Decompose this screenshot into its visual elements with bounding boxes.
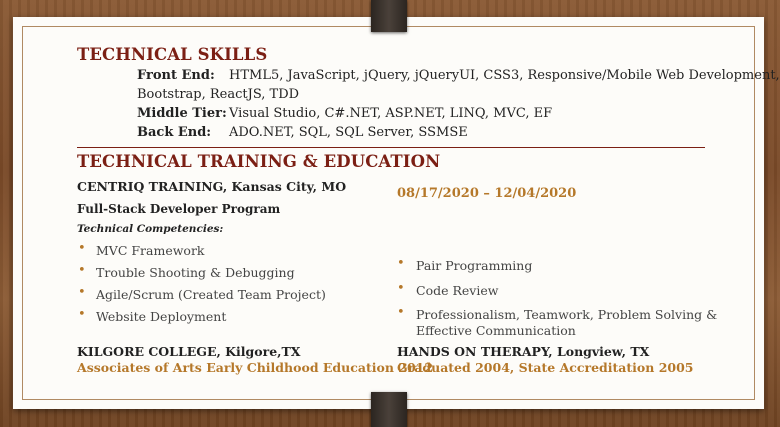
bullet-dot: •	[78, 241, 86, 256]
kilgore-degree: Associates of Arts Early Childhood Educa…	[77, 360, 434, 375]
list-item: Code Review	[416, 283, 499, 298]
front-end-label: Front End:	[137, 68, 215, 83]
hands-on-therapy-detail: Graduated 2004, State Accreditation 2005	[397, 360, 694, 375]
back-end-value: ADO.NET, SQL, SQL Server, SSMSE	[229, 125, 468, 140]
bullet-dot: •	[78, 263, 86, 278]
binder-clip-top	[371, 0, 407, 32]
training-dates: 08/17/2020 – 12/04/2020	[397, 186, 577, 201]
training-education-heading: TECHNICAL TRAINING & EDUCATION	[77, 152, 441, 171]
front-end-value: HTML5, JavaScript, jQuery, jQueryUI, CSS…	[229, 68, 780, 83]
technical-skills-heading: TECHNICAL SKILLS	[77, 45, 268, 64]
bullet-dot: •	[78, 307, 86, 322]
list-item: Website Deployment	[96, 309, 227, 324]
bullet-dot: •	[397, 305, 405, 320]
bullet-dot: •	[397, 281, 405, 296]
section-divider	[77, 147, 705, 148]
centriq-training-org: CENTRIQ TRAINING, Kansas City, MO	[77, 179, 347, 194]
list-item: Trouble Shooting & Debugging	[96, 265, 295, 280]
middle-tier-value: Visual Studio, C#.NET, ASP.NET, LINQ, MV…	[229, 106, 553, 121]
kilgore-college: KILGORE COLLEGE, Kilgore,TX	[77, 344, 301, 359]
competencies-label: Technical Competencies:	[77, 223, 224, 235]
middle-tier-label: Middle Tier:	[137, 106, 227, 121]
front-end-value-cont: Bootstrap, ReactJS, TDD	[137, 87, 300, 102]
program-name: Full-Stack Developer Program	[77, 202, 281, 216]
bullet-dot: •	[78, 285, 86, 300]
list-item: Pair Programming	[416, 258, 533, 273]
list-item: MVC Framework	[96, 243, 205, 258]
list-item: Professionalism, Teamwork, Problem Solvi…	[416, 307, 718, 322]
binder-clip-bottom	[371, 392, 407, 427]
back-end-label: Back End:	[137, 125, 212, 140]
bullet-dot: •	[397, 256, 405, 271]
list-item-cont: Effective Communication	[416, 323, 576, 338]
list-item: Agile/Scrum (Created Team Project)	[96, 287, 326, 302]
hands-on-therapy: HANDS ON THERAPY, Longview, TX	[397, 344, 650, 359]
